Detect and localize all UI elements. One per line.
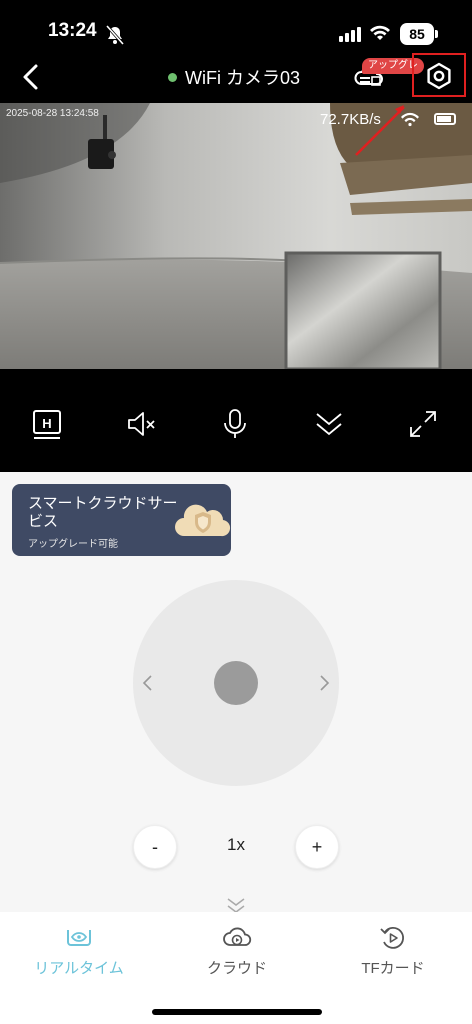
pan-right-icon[interactable] — [317, 673, 331, 693]
bitrate-readout: 72.7KB/s — [320, 111, 381, 128]
tab-tf-card-label: TFカード — [361, 960, 425, 977]
tab-realtime[interactable]: リアルタイム — [19, 924, 139, 978]
cloud-play-icon — [223, 927, 252, 946]
joystick-knob[interactable] — [214, 661, 258, 705]
pan-left-icon[interactable] — [141, 673, 155, 693]
bell-muted-icon — [105, 25, 125, 45]
status-bar: 13:24 85 — [0, 0, 472, 58]
live-video-feed[interactable]: 2025-08-28 13:24:58 72.7KB/s — [0, 103, 472, 369]
video-controls: H — [0, 395, 472, 455]
camera-wifi-icon — [401, 112, 419, 127]
double-chevron-down-icon[interactable] — [312, 407, 346, 441]
promo-title: スマートクラウドサービス — [28, 494, 178, 530]
fullscreen-icon[interactable] — [406, 407, 440, 441]
cellular-signal-icon — [339, 27, 361, 42]
mute-icon[interactable] — [124, 407, 158, 441]
online-status-dot — [168, 72, 177, 82]
hd-quality-button[interactable]: H — [30, 407, 64, 441]
tab-cloud-label: クラウド — [206, 960, 267, 977]
realtime-eye-icon — [67, 930, 91, 946]
zoom-level: 1x — [227, 835, 245, 854]
tab-cloud[interactable]: クラウド — [177, 924, 297, 978]
ptz-joystick[interactable] — [133, 580, 339, 786]
smart-cloud-promo-card[interactable]: スマートクラウドサービス アップグレード可能 — [12, 484, 231, 556]
settings-gear-icon[interactable] — [425, 62, 453, 90]
bottom-tab-bar: リアルタイム クラウド TFカード — [0, 912, 472, 1024]
battery-indicator: 85 — [400, 23, 438, 45]
camera-battery-icon — [434, 113, 456, 125]
playback-history-icon — [380, 927, 404, 949]
home-indicator — [152, 1009, 322, 1015]
status-time: 13:24 — [48, 20, 97, 41]
tab-realtime-label: リアルタイム — [34, 960, 124, 977]
camera-name: WiFi カメラ03 — [185, 68, 301, 88]
promo-subtitle: アップグレード可能 — [28, 539, 118, 550]
wifi-icon — [370, 25, 390, 40]
header-bar: WiFi カメラ03 アップグレ — [0, 53, 472, 104]
camera-scene — [0, 103, 472, 369]
microphone-icon[interactable] — [218, 407, 252, 441]
cloud-shield-icon — [175, 504, 231, 537]
zoom-in-button[interactable]: + — [295, 825, 339, 869]
video-timestamp: 2025-08-28 13:24:58 — [6, 108, 99, 119]
tab-tf-card[interactable]: TFカード — [333, 924, 453, 978]
hd-label: H — [42, 416, 51, 431]
back-arrow-icon[interactable] — [14, 60, 48, 94]
page-title: WiFi カメラ03 — [168, 64, 300, 90]
zoom-out-button[interactable]: - — [133, 825, 177, 869]
